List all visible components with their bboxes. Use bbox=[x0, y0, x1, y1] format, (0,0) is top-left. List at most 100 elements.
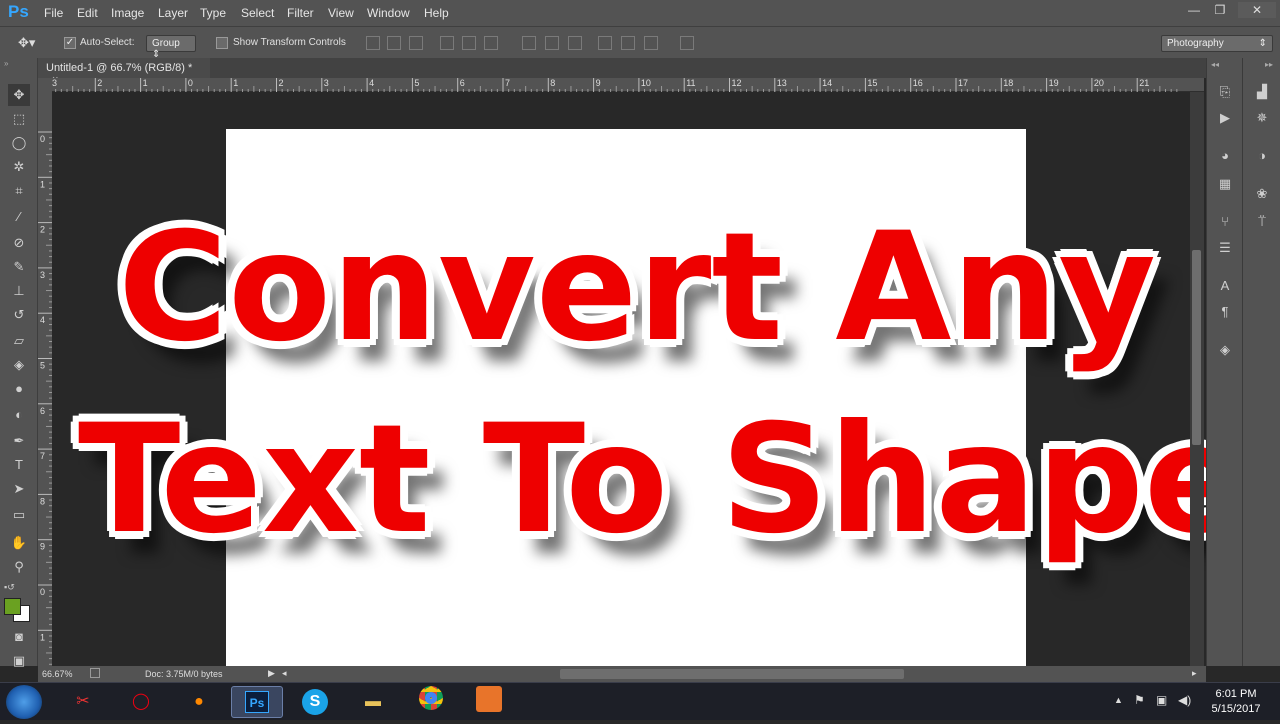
chrome-taskbar-icon[interactable] bbox=[405, 686, 457, 718]
blur-tool-icon[interactable]: ● bbox=[8, 378, 30, 400]
skype-taskbar-icon[interactable]: S bbox=[289, 686, 341, 718]
auto-align-layers-icon[interactable] bbox=[680, 36, 694, 50]
menu-edit[interactable]: Edit bbox=[77, 6, 98, 20]
menu-window[interactable]: Window bbox=[367, 6, 410, 20]
headline-line-1[interactable]: Convert Any bbox=[118, 203, 1156, 373]
actions-panel-icon[interactable]: ▶ bbox=[1214, 108, 1236, 128]
clock-time[interactable]: 6:01 PM bbox=[1206, 688, 1266, 700]
layers-panel-icon[interactable]: ◈ bbox=[1214, 340, 1236, 360]
distribute-right-icon[interactable] bbox=[644, 36, 658, 50]
swatches-panel-icon[interactable]: ▦ bbox=[1214, 174, 1236, 194]
align-left-icon[interactable] bbox=[440, 36, 454, 50]
eraser-tool-icon[interactable]: ▱ bbox=[8, 330, 30, 352]
default-colors-icon[interactable]: ▪↺ bbox=[4, 582, 15, 593]
menu-layer[interactable]: Layer bbox=[158, 6, 188, 20]
menu-type[interactable]: Type bbox=[200, 6, 226, 20]
crop-tool-icon[interactable]: ⌗ bbox=[8, 180, 30, 202]
horizontal-scroll-thumb[interactable] bbox=[560, 669, 904, 679]
collapse-dock-icon[interactable]: ◂◂ bbox=[1211, 60, 1219, 69]
headline-line-2[interactable]: Text To Shape bbox=[78, 395, 1246, 565]
marquee-tool-icon[interactable]: ⬚ bbox=[8, 108, 30, 130]
vertical-ruler[interactable]: 0 1 2 3 4 5 6 7 8 9 0 1 bbox=[38, 92, 52, 666]
action-center-icon[interactable]: ⚑ bbox=[1134, 693, 1145, 707]
auto-select-dropdown[interactable]: Group ⇕ bbox=[146, 35, 196, 60]
paint-bucket-tool-icon[interactable]: ◈ bbox=[8, 354, 30, 376]
align-bottom-icon[interactable] bbox=[409, 36, 423, 50]
auto-select-checkbox[interactable]: ✓ bbox=[64, 37, 76, 49]
lasso-tool-icon[interactable]: ◯ bbox=[8, 132, 30, 154]
rectangle-tool-icon[interactable]: ▭ bbox=[8, 504, 30, 526]
menu-filter[interactable]: Filter bbox=[287, 6, 314, 20]
status-menu-icon[interactable] bbox=[90, 668, 100, 678]
character-panel-icon[interactable]: A bbox=[1214, 276, 1236, 296]
align-top-icon[interactable] bbox=[366, 36, 380, 50]
distribute-vcenter-icon[interactable] bbox=[545, 36, 559, 50]
vertical-scroll-thumb[interactable] bbox=[1192, 250, 1201, 445]
photoshop-taskbar-icon[interactable]: Ps bbox=[231, 686, 283, 718]
hand-tool-icon[interactable]: ✋ bbox=[8, 532, 30, 554]
channels-panel-icon[interactable]: ❀ bbox=[1251, 184, 1273, 204]
histogram-panel-icon[interactable]: ▟ bbox=[1251, 82, 1273, 102]
menu-select[interactable]: Select bbox=[241, 6, 274, 20]
distribute-top-icon[interactable] bbox=[522, 36, 536, 50]
start-button[interactable] bbox=[6, 685, 42, 719]
align-hcenter-icon[interactable] bbox=[462, 36, 476, 50]
adjustments-panel-icon[interactable]: ◑ bbox=[1251, 146, 1273, 166]
healing-brush-tool-icon[interactable]: ⊘ bbox=[8, 232, 30, 254]
distribute-left-icon[interactable] bbox=[598, 36, 612, 50]
workspace-dropdown[interactable]: Photography ⇕ bbox=[1161, 35, 1273, 52]
minimize-button[interactable]: — bbox=[1180, 2, 1208, 18]
volume-icon[interactable]: ◀) bbox=[1178, 693, 1191, 707]
status-arrow-icon[interactable]: ▶ bbox=[268, 668, 275, 679]
opera-taskbar-icon[interactable]: ◯ bbox=[115, 686, 167, 718]
expand-dock-icon[interactable]: ▸▸ bbox=[1265, 60, 1273, 69]
menu-image[interactable]: Image bbox=[111, 6, 144, 20]
clone-stamp-tool-icon[interactable]: ⊥ bbox=[8, 280, 30, 302]
file-explorer-taskbar-icon[interactable]: ▬ bbox=[347, 686, 399, 718]
history-panel-icon[interactable]: ⎘ bbox=[1214, 82, 1236, 102]
toolbox-collapse-icon[interactable]: » bbox=[4, 60, 34, 68]
orange-app-taskbar-icon[interactable] bbox=[463, 686, 515, 718]
move-tool-icon[interactable]: ✥ bbox=[8, 84, 30, 106]
close-window-button[interactable]: ✕ bbox=[1238, 2, 1276, 18]
align-right-icon[interactable] bbox=[484, 36, 498, 50]
firefox-taskbar-icon[interactable]: ● bbox=[173, 686, 225, 718]
menu-help[interactable]: Help bbox=[424, 6, 449, 20]
quick-mask-icon[interactable]: ◙ bbox=[8, 626, 30, 648]
scroll-left-icon[interactable]: ◂ bbox=[282, 668, 287, 679]
screen-mode-icon[interactable]: ▣ bbox=[8, 650, 30, 672]
clock-date[interactable]: 5/15/2017 bbox=[1206, 703, 1266, 715]
dodge-tool-icon[interactable]: ◐ bbox=[8, 404, 30, 426]
show-hidden-icons-icon[interactable]: ▲ bbox=[1114, 695, 1123, 705]
foreground-color-swatch[interactable] bbox=[4, 598, 21, 615]
magic-wand-tool-icon[interactable]: ✲ bbox=[8, 156, 30, 178]
history-brush-tool-icon[interactable]: ↺ bbox=[8, 304, 30, 326]
ruler-origin[interactable] bbox=[38, 78, 52, 92]
properties-panel-icon[interactable]: ☰ bbox=[1214, 238, 1236, 258]
distribute-hcenter-icon[interactable] bbox=[621, 36, 635, 50]
eyedropper-tool-icon[interactable]: ⁄ bbox=[8, 206, 30, 228]
align-vcenter-icon[interactable] bbox=[387, 36, 401, 50]
move-tool-preset-icon[interactable]: ✥▾ bbox=[18, 35, 35, 51]
snipping-tool-taskbar-icon[interactable]: ✂ bbox=[57, 686, 109, 718]
network-icon[interactable]: ▣ bbox=[1156, 693, 1167, 707]
brushes-panel-icon[interactable]: ⑂ bbox=[1214, 212, 1236, 232]
zoom-tool-icon[interactable]: ⚲ bbox=[8, 556, 30, 578]
distribute-bottom-icon[interactable] bbox=[568, 36, 582, 50]
pen-tool-icon[interactable]: ✒ bbox=[8, 430, 30, 452]
color-panel-icon[interactable]: ◕ bbox=[1214, 146, 1236, 166]
menu-view[interactable]: View bbox=[328, 6, 354, 20]
restore-button[interactable]: ❐ bbox=[1206, 2, 1234, 18]
show-transform-checkbox[interactable] bbox=[216, 37, 228, 49]
type-tool-icon[interactable]: T bbox=[8, 454, 30, 476]
menu-file[interactable]: File bbox=[44, 6, 63, 20]
paragraph-panel-icon[interactable]: ¶ bbox=[1214, 302, 1236, 322]
scroll-right-icon[interactable]: ▸ bbox=[1192, 668, 1197, 679]
path-selection-tool-icon[interactable]: ➤ bbox=[8, 478, 30, 500]
brush-tool-icon[interactable]: ✎ bbox=[8, 256, 30, 278]
document-tab[interactable]: Untitled-1 @ 66.7% (RGB/8) * × bbox=[38, 58, 210, 86]
navigator-panel-icon[interactable]: ✵ bbox=[1251, 108, 1273, 128]
zoom-level[interactable]: 66.67% bbox=[42, 669, 73, 679]
horizontal-ruler[interactable]: 3 2 1 0 1 2 3 4 5 6 7 8 9 10 11 12 13 14 15 16 17 18 19 20 21 bbox=[38, 78, 1204, 92]
paths-panel-icon[interactable]: ⍡ bbox=[1251, 212, 1273, 232]
